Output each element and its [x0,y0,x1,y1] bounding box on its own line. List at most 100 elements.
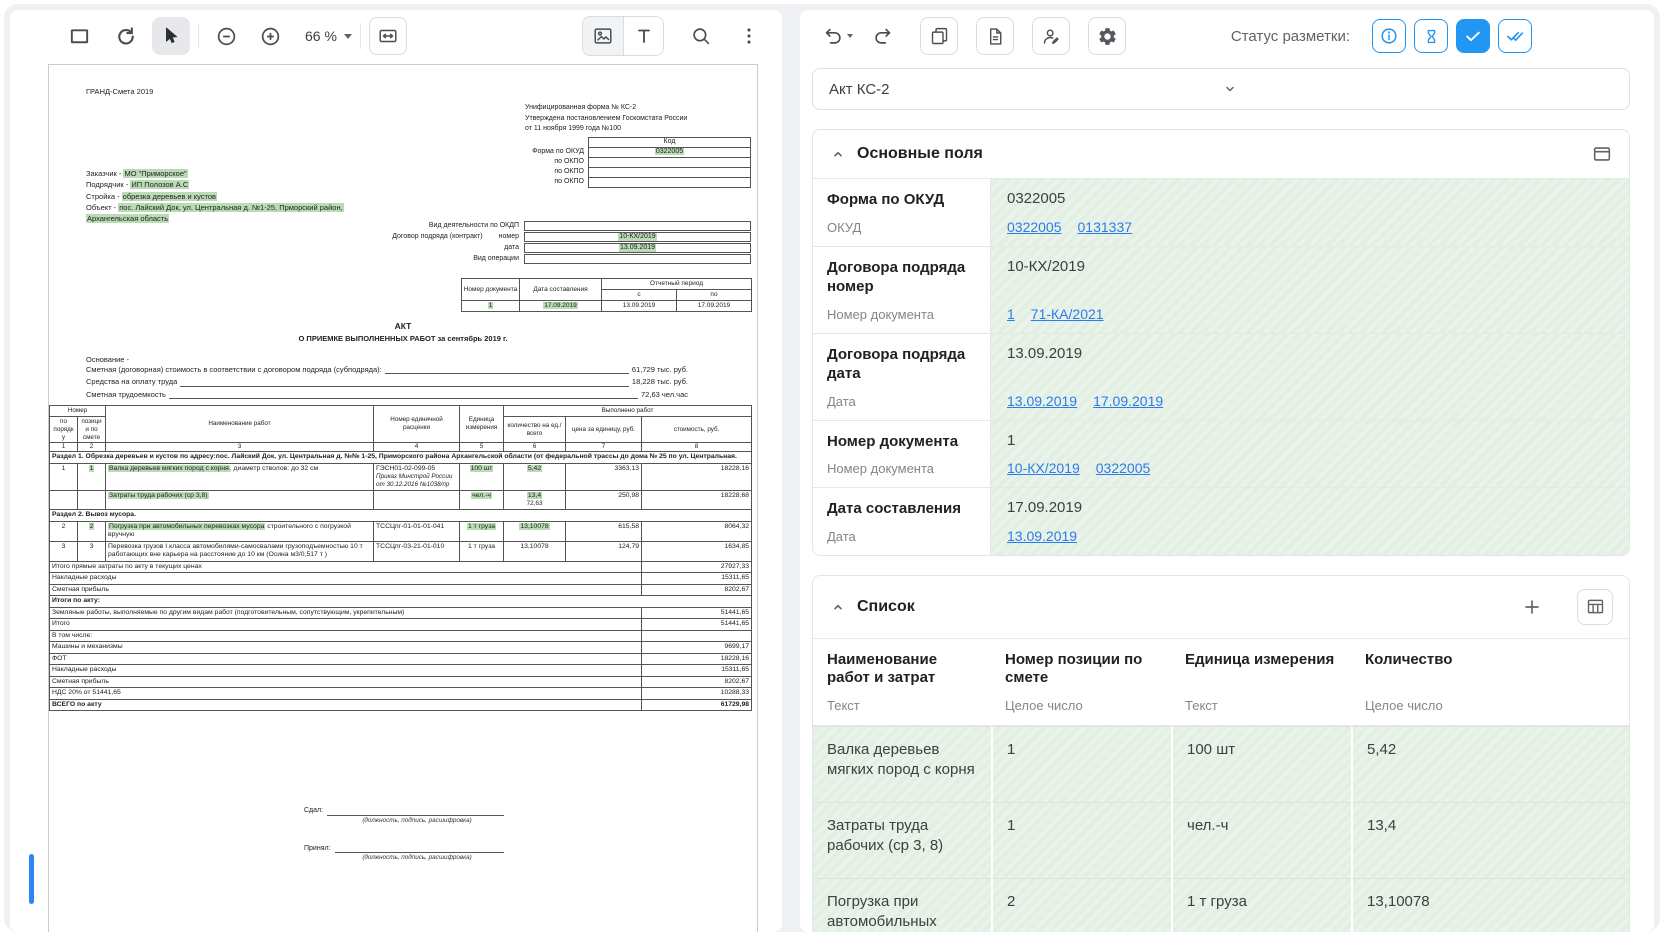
highlighted-value[interactable]: 17.09.2019 [543,302,578,310]
status-info-button[interactable] [1372,19,1406,53]
field-value-cell[interactable]: 10-КХ/2019 1 71-КА/2021 [991,246,1629,333]
highlighted-value[interactable]: 13.09.2019 [618,243,657,253]
suggestion-link[interactable]: 1 [1007,306,1015,322]
highlighted-value[interactable]: обрезка деревьев и кустов [121,191,218,201]
undo-button[interactable] [814,17,860,55]
suggestion-link[interactable]: 71-КА/2021 [1031,306,1104,322]
suggestion-link[interactable]: 10-КХ/2019 [1007,460,1080,476]
table-view-button[interactable] [1577,588,1613,625]
list-cell[interactable]: 13,4 [1351,802,1629,878]
more-options-button[interactable] [730,17,768,55]
doc-info-header: Дата составления [519,277,602,302]
field-value-cell[interactable]: 17.09.2019 13.09.2019 [991,488,1629,555]
vertical-scrollbar-thumb[interactable] [29,854,34,904]
doc-info-values: 1 17.09.2019 13.09.2019 17.09.2019 [461,300,752,313]
cursor-tool-button[interactable] [152,17,190,55]
zoom-level-select[interactable]: 66 % [305,28,352,44]
doc-col-number: 6 [503,442,567,453]
doc-cell: 124,79 [565,540,643,562]
doc-col-number: 3 [105,442,375,453]
add-row-button[interactable] [1521,596,1543,618]
redo-button[interactable] [864,17,902,55]
search-button[interactable] [682,17,720,55]
field-label-cell: Договора подряда дата Дата [813,333,991,420]
status-verified-button[interactable] [1498,19,1532,53]
rotate-tool-button[interactable] [106,17,144,55]
field-label: Номер документа [827,432,959,450]
highlighted-value[interactable]: Валка деревьев мягких пород с корня [108,464,230,472]
field-suggestions: 10-КХ/2019 0322005 [1007,460,1613,476]
highlighted-value[interactable]: 1 [88,464,95,472]
list-cell[interactable]: 1 [991,726,1171,802]
list-cell[interactable]: чел.-ч [1171,802,1351,878]
doc-cost-label: Сметная (договорная) стоимость в соответ… [86,365,382,374]
fields-collapse-button[interactable] [829,145,847,163]
list-collapse-button[interactable] [829,598,847,616]
suggestion-link[interactable]: 17.09.2019 [1093,393,1163,409]
field-value-cell[interactable]: 0322005 0322005 0131337 [991,179,1629,246]
suggestion-link[interactable]: 0322005 [1007,219,1062,235]
highlighted-value[interactable]: Погрузка при автомобильных перевозках му… [108,522,266,530]
highlighted-value[interactable]: 13,10078 [519,522,550,530]
list-cell[interactable]: Валка деревьев мягких пород с корня [813,726,991,802]
list-cell[interactable]: Затраты труда рабочих (ср 3, 8) [813,802,991,878]
highlighted-value[interactable]: пос. Лайский Док, ул. Центральная д. №1-… [86,202,344,223]
highlighted-value[interactable]: 10-КХ/2019 [618,232,657,242]
doc-registry-label: номер [498,232,519,240]
highlighted-value[interactable]: 5,42 [526,464,543,472]
text-view-toggle[interactable] [623,17,663,55]
list-cell[interactable]: 2 [991,878,1171,932]
image-icon [592,25,614,47]
fields-panel-toggle-button[interactable] [1591,143,1613,165]
doc-cell: 18228,16 [641,462,753,491]
doc-cell: 27927,33 [641,560,753,574]
suggestion-link[interactable]: 13.09.2019 [1007,528,1077,544]
highlighted-value[interactable]: Затраты труда рабочих (ср 3,8) [108,491,209,499]
zoom-in-button[interactable] [251,17,289,55]
user-edit-button[interactable] [1032,17,1070,55]
list-cell[interactable]: 1 [991,802,1171,878]
document-template-button[interactable] [976,17,1014,55]
highlighted-value[interactable]: 0322005 [654,148,685,156]
list-cell[interactable]: Погрузка при автомобильных перевозках му… [813,878,991,932]
undo-icon [822,25,844,47]
doc-registry-row: Договор подряда (контракт) номер 10-КХ/201… [49,232,751,242]
field-label: Дата составления [827,500,961,517]
document-canvas[interactable]: ГРАНД-Смета 2019 Унифицированная форма №… [10,62,782,932]
status-approved-button[interactable] [1456,19,1490,53]
suggestion-link[interactable]: 13.09.2019 [1007,393,1077,409]
list-cell[interactable]: 13,10078 [1351,878,1629,932]
copy-document-button[interactable] [920,17,958,55]
highlighted-value[interactable]: 1 т груза [466,522,497,530]
highlighted-value[interactable]: 13,4 [526,491,543,499]
image-view-toggle[interactable] [583,17,623,55]
list-column-header: Наименование работ и затрат Текст [813,638,991,726]
zoom-out-button[interactable] [207,17,245,55]
highlighted-value[interactable]: чел.-ч [471,491,492,499]
fit-width-button[interactable] [368,17,407,55]
status-pending-button[interactable] [1414,19,1448,53]
list-cell[interactable]: 100 шт [1171,726,1351,802]
list-cell[interactable]: 5,42 [1351,726,1629,802]
suggestion-link[interactable]: 0131337 [1078,219,1133,235]
highlighted-value[interactable]: 1 [487,302,494,310]
field-type-label: Дата [827,393,856,409]
settings-button[interactable] [1088,17,1126,55]
list-cell[interactable]: 1 т груза [1171,878,1351,932]
highlighted-value[interactable]: 100 шт [469,464,494,472]
crop-icon [68,25,91,48]
doc-cell: НДС 20% от 51441,65 [48,687,643,700]
field-value-cell[interactable]: 13.09.2019 13.09.2019 17.09.2019 [991,333,1629,420]
highlighted-value[interactable]: 2 [88,522,95,530]
highlighted-value[interactable]: МО "Приморское" [123,169,188,178]
doc-registry-box: 13.09.2019 [524,243,751,253]
document-type-select[interactable]: Акт КС-2 [812,68,1630,110]
field-value-cell[interactable]: 1 10-КХ/2019 0322005 [991,420,1629,487]
field-value: 1 [1007,431,1016,449]
field-label: Форма по ОКУД [827,191,945,208]
highlighted-value[interactable]: ИП Полозов А.С [130,180,190,190]
suggestion-link[interactable]: 0322005 [1096,460,1151,476]
party-row: Стройка - обрезка деревьев и кустов [86,191,378,202]
panel-icon [1591,143,1613,165]
crop-tool-button[interactable] [60,17,98,55]
